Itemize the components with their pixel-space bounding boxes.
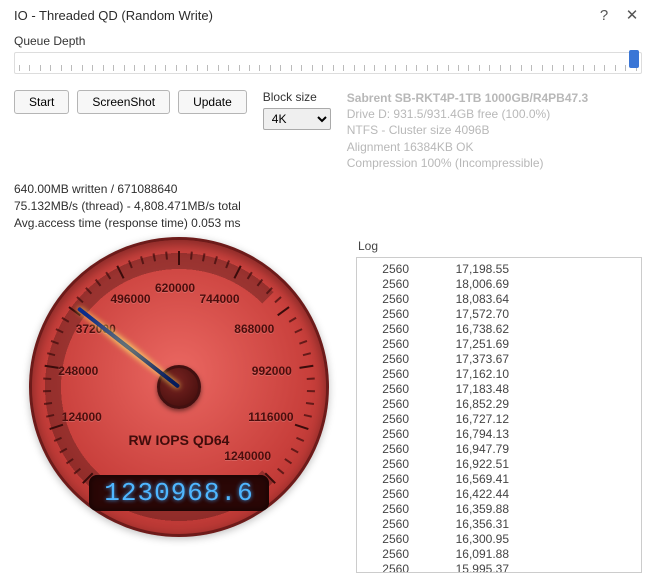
- gauge-readout: 1230968.6: [89, 475, 269, 511]
- slider-handle[interactable]: [629, 50, 639, 68]
- stats-block: 640.00MB written / 671088640 75.132MB/s …: [14, 181, 642, 231]
- log-row: 256018,083.64: [365, 292, 633, 307]
- log-row: 256016,727.12: [365, 412, 633, 427]
- device-name: Sabrent SB-RKT4P-1TB 1000GB/R4PB47.3: [347, 90, 588, 106]
- log-row: 256017,572.70: [365, 307, 633, 322]
- stat-throughput: 75.132MB/s (thread) - 4,808.471MB/s tota…: [14, 198, 642, 215]
- log-row: 256016,359.88: [365, 502, 633, 517]
- log-row: 256015,995.37: [365, 562, 633, 573]
- help-icon[interactable]: ?: [590, 7, 618, 24]
- gauge-tick-label: 248000: [58, 364, 98, 378]
- log-row: 256018,006.69: [365, 277, 633, 292]
- gauge-tick-label: 992000: [252, 364, 292, 378]
- iops-gauge: 1240002480003720004960006200007440008680…: [29, 237, 329, 537]
- block-size-label: Block size: [263, 90, 331, 104]
- device-fs: NTFS - Cluster size 4096B: [347, 122, 588, 138]
- log-row: 256016,356.31: [365, 517, 633, 532]
- gauge-tick-label: 124000: [62, 410, 102, 424]
- window-title: IO - Threaded QD (Random Write): [14, 8, 590, 23]
- log-row: 256017,183.48: [365, 382, 633, 397]
- block-size-select[interactable]: 4K: [263, 108, 331, 130]
- screenshot-button[interactable]: ScreenShot: [77, 90, 170, 114]
- stat-access: Avg.access time (response time) 0.053 ms: [14, 215, 642, 232]
- queue-depth-label: Queue Depth: [14, 34, 642, 48]
- queue-depth-slider[interactable]: [14, 52, 642, 74]
- log-box[interactable]: 256017,198.55256018,006.69256018,083.642…: [356, 257, 642, 573]
- start-button[interactable]: Start: [14, 90, 69, 114]
- device-info: Sabrent SB-RKT4P-1TB 1000GB/R4PB47.3 Dri…: [347, 90, 588, 171]
- log-row: 256017,162.10: [365, 367, 633, 382]
- gauge-tick-label: 1116000: [248, 410, 293, 424]
- gauge-unit: RW IOPS QD64: [29, 432, 329, 448]
- gauge-tick-label: 1240000: [224, 449, 271, 463]
- log-row: 256016,300.95: [365, 532, 633, 547]
- log-row: 256016,794.13: [365, 427, 633, 442]
- device-alignment: Alignment 16384KB OK: [347, 139, 588, 155]
- close-icon[interactable]: ✕: [618, 6, 646, 24]
- gauge-tick-label: 496000: [111, 292, 151, 306]
- device-drive: Drive D: 931.5/931.4GB free (100.0%): [347, 106, 588, 122]
- log-row: 256017,373.67: [365, 352, 633, 367]
- gauge-tick-label: 744000: [199, 292, 239, 306]
- titlebar: IO - Threaded QD (Random Write) ? ✕: [0, 0, 656, 28]
- log-row: 256016,922.51: [365, 457, 633, 472]
- log-row: 256017,251.69: [365, 337, 633, 352]
- log-row: 256016,852.29: [365, 397, 633, 412]
- update-button[interactable]: Update: [178, 90, 247, 114]
- log-row: 256017,198.55: [365, 262, 633, 277]
- log-row: 256016,422.44: [365, 487, 633, 502]
- log-row: 256016,947.79: [365, 442, 633, 457]
- stat-written: 640.00MB written / 671088640: [14, 181, 642, 198]
- gauge-tick-label: 620000: [155, 281, 195, 295]
- log-row: 256016,738.62: [365, 322, 633, 337]
- log-title: Log: [358, 239, 642, 253]
- device-compression: Compression 100% (Incompressible): [347, 155, 588, 171]
- log-row: 256016,091.88: [365, 547, 633, 562]
- gauge-tick-label: 868000: [234, 322, 274, 336]
- log-row: 256016,569.41: [365, 472, 633, 487]
